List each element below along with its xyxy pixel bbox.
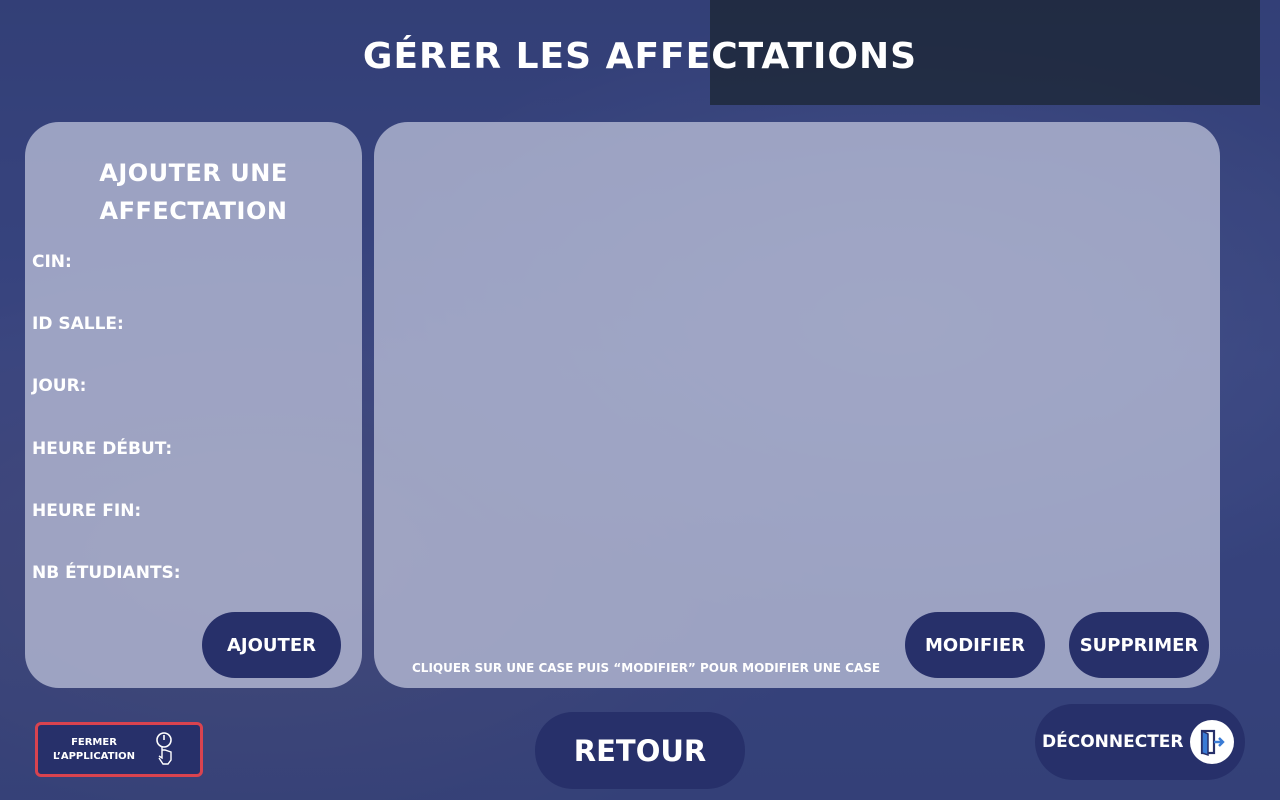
modify-button[interactable]: MODIFIER: [905, 612, 1045, 678]
assignments-table-panel: CLIQUER SUR UNE CASE PUIS “MODIFIER” POU…: [374, 122, 1220, 688]
exit-door-icon: [1189, 720, 1234, 764]
start-time-label: HEURE DÉBUT:: [32, 439, 173, 459]
day-label: JOUR:: [32, 376, 87, 396]
add-assignment-panel: AJOUTER UNE AFFECTATION CIN: ID SALLE: J…: [25, 122, 362, 688]
close-application-button[interactable]: FERMER L’APPLICATION: [35, 722, 203, 777]
room-id-label: ID SALLE:: [32, 314, 124, 334]
add-button[interactable]: AJOUTER: [202, 612, 341, 678]
logout-button[interactable]: DÉCONNECTER: [1035, 704, 1245, 780]
form-title: AJOUTER UNE AFFECTATION: [99, 159, 288, 225]
hint-text: CLIQUER SUR UNE CASE PUIS “MODIFIER” POU…: [412, 661, 881, 675]
back-button[interactable]: RETOUR: [535, 712, 745, 789]
close-application-label: FERMER L’APPLICATION: [52, 736, 136, 762]
end-time-label: HEURE FIN:: [32, 501, 142, 521]
student-count-label: NB ÉTUDIANTS:: [32, 563, 181, 583]
cin-label: CIN:: [32, 252, 72, 272]
logout-label: DÉCONNECTER: [1042, 732, 1184, 752]
page-title: GÉRER LES AFFECTATIONS: [362, 36, 918, 77]
power-touch-icon: [154, 730, 178, 770]
delete-button[interactable]: SUPPRIMER: [1069, 612, 1209, 678]
